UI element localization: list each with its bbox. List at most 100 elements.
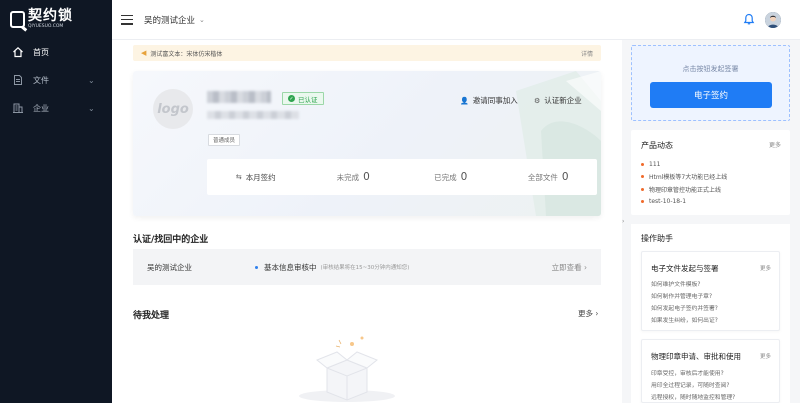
sidebar-item-label: 文件 — [33, 75, 49, 85]
sidebar-item-enterprise[interactable]: 企业 ⌄ — [0, 94, 112, 122]
company-id-redacted — [207, 111, 299, 119]
product-news-card: 产品动态 更多 111 Html模板等7大功能已经上线 物理印章管控功能正式上线… — [631, 130, 790, 215]
sidebar-item-label: 首页 — [33, 47, 49, 57]
help-item[interactable]: 如何制作并管理电子章? — [651, 291, 718, 303]
help-title: 操作助手 — [641, 234, 673, 243]
logo-subtext: QIYUESUO.COM — [28, 23, 64, 29]
member-role-tag: 普通成员 — [208, 134, 241, 146]
news-title: 产品动态 — [641, 141, 673, 150]
bullet-dot — [641, 187, 644, 191]
cert-section-title: 认证/找回中的企业 — [133, 235, 209, 245]
bullet-dot — [641, 162, 644, 166]
sidebar-item-home[interactable]: 首页 — [0, 38, 112, 66]
company-switcher[interactable]: 吴的测试企业 ⌄ — [144, 14, 205, 26]
help-item[interactable]: 如果发生纠纷，如何出证? — [651, 315, 718, 327]
help-item[interactable]: 用印全过程记录，可随时查阅? — [651, 380, 735, 392]
chevron-down-icon: ⌄ — [199, 15, 205, 24]
todo-section-title: 待我处理 — [133, 311, 170, 321]
stat-all-files[interactable]: 全部文件 0 — [500, 171, 598, 183]
menu-toggle-icon[interactable] — [121, 14, 133, 25]
help-list: 印章受控，审核后才能使用? 用印全过程记录，可随时查阅? 远程授权，随时随地监控… — [651, 368, 735, 403]
verified-badge: ✓ 已认证 — [282, 92, 324, 105]
help-list: 如何维护文件模板? 如何制作并管理电子章? 如何发起电子签约并签署? 如果发生纠… — [651, 279, 718, 327]
news-item[interactable]: Html模板等7大功能已经上线 — [641, 171, 781, 184]
stat-value: 0 — [561, 171, 569, 183]
company-card: logo ✓ 已认证 普通成员 👤 邀请同事加入 ⚙ 认证新企业 ⇆ 本月签约 … — [133, 71, 601, 216]
building-icon — [12, 102, 24, 114]
main-content: ◀ 测试富文本：宋体仿宋楷体 详情 logo ✓ 已认证 普通成员 👤 邀请同事… — [112, 40, 622, 403]
notice-bar: ◀ 测试富文本：宋体仿宋楷体 详情 — [133, 45, 601, 61]
user-add-icon: 👤 — [460, 96, 469, 105]
help-more-link[interactable]: 更多 — [760, 264, 771, 272]
news-more-link[interactable]: 更多 — [769, 140, 781, 149]
news-item[interactable]: test-10-18-1 — [641, 196, 781, 209]
news-item-text: Html模板等7大功能已经上线 — [649, 174, 728, 182]
sign-hint: 点击按钮发起签署 — [682, 65, 739, 73]
view-now-link[interactable]: 立即查看 › — [552, 262, 587, 273]
invite-label: 邀请同事加入 — [472, 96, 518, 105]
news-list: 111 Html模板等7大功能已经上线 物理印章管控功能正式上线 test-10… — [641, 158, 781, 208]
help-item[interactable]: 如何发起电子签约并签署? — [651, 303, 718, 315]
stat-value: 0 — [460, 171, 468, 183]
todo-more-link[interactable]: 更多 › — [578, 308, 598, 319]
logo-text: 契约锁 — [28, 7, 73, 24]
company-name: 吴的测试企业 — [144, 15, 196, 26]
news-item[interactable]: 111 — [641, 158, 781, 171]
logo-icon — [10, 10, 25, 28]
stat-incomplete[interactable]: 未完成 0 — [305, 171, 403, 183]
home-icon — [12, 46, 24, 58]
stats-bar: ⇆ 本月签约 未完成 0 已完成 0 全部文件 0 — [207, 159, 597, 195]
certify-enterprise-button[interactable]: ⚙ 认证新企业 — [534, 95, 582, 106]
stat-label: 已完成 — [434, 172, 457, 182]
help-item[interactable]: 如何维护文件模板? — [651, 279, 718, 291]
help-section-title: 物理印章申请、审批和使用 — [651, 352, 741, 361]
invite-colleague-button[interactable]: 👤 邀请同事加入 — [460, 95, 518, 106]
stat-label: 全部文件 — [527, 172, 558, 182]
top-header: 吴的测试企业 ⌄ — [112, 0, 800, 40]
company-name-redacted — [207, 91, 271, 103]
sidebar-item-file[interactable]: 文件 ⌄ — [0, 66, 112, 94]
stat-label: 本月签约 — [245, 172, 276, 182]
sidebar-item-label: 企业 — [33, 103, 49, 113]
help-more-link[interactable]: 更多 — [760, 352, 771, 360]
sign-launch-box: 点击按钮发起签署 电子签约 — [631, 45, 790, 121]
avatar[interactable] — [765, 12, 781, 28]
sidebar: 契约锁 QIYUESUO.COM 首页 文件 ⌄ 企业 ⌄ — [0, 0, 112, 403]
file-icon — [12, 74, 24, 86]
news-item-text: 111 — [649, 160, 661, 168]
swap-icon: ⇆ — [235, 173, 242, 181]
cert-company-name: 吴的测试企业 — [147, 262, 192, 272]
help-section-sign: 电子文件发起与签署 更多 如何维护文件模板? 如何制作并管理电子章? 如何发起电… — [641, 251, 780, 331]
stat-value: 0 — [363, 171, 370, 183]
empty-box-illustration — [299, 336, 395, 402]
electronic-sign-button[interactable]: 电子签约 — [650, 82, 772, 108]
check-icon: ✓ — [288, 95, 295, 102]
news-item-text: 物理印章管控功能正式上线 — [649, 186, 722, 194]
help-section-seal: 物理印章申请、审批和使用 更多 印章受控，审核后才能使用? 用印全过程记录，可随… — [641, 339, 780, 403]
certify-label: 认证新企业 — [544, 96, 582, 105]
help-item[interactable]: 印章受控，审核后才能使用? — [651, 368, 735, 380]
notice-text: 测试富文本：宋体仿宋楷体 — [150, 50, 223, 58]
brand-logo[interactable]: 契约锁 QIYUESUO.COM — [0, 0, 112, 38]
news-item-text: test-10-18-1 — [649, 198, 687, 206]
chevron-down-icon: ⌄ — [88, 103, 95, 113]
bullet-dot — [641, 200, 644, 204]
company-logo-placeholder: logo — [153, 89, 193, 129]
help-section-title: 电子文件发起与签署 — [651, 264, 719, 273]
verified-label: 已认证 — [298, 95, 318, 104]
operation-assistant-card: 操作助手 电子文件发起与签署 更多 如何维护文件模板? 如何制作并管理电子章? … — [631, 224, 790, 403]
chevron-down-icon: ⌄ — [88, 75, 95, 85]
stat-completed[interactable]: 已完成 0 — [402, 171, 500, 183]
stat-monthly-sign[interactable]: ⇆ 本月签约 — [207, 172, 305, 183]
bullet-dot — [641, 175, 644, 179]
bell-icon[interactable] — [743, 13, 755, 26]
news-item[interactable]: 物理印章管控功能正式上线 — [641, 183, 781, 196]
cert-status: 基本信息审核中 — [264, 262, 317, 272]
status-dot — [255, 265, 258, 269]
collapse-handle-icon[interactable]: › — [622, 218, 628, 230]
cert-hint: (审核结果将在15~30分钟内通知您) — [320, 265, 410, 271]
help-item[interactable]: 远程授权，随时随地监控和管理? — [651, 392, 735, 403]
stat-label: 未完成 — [336, 172, 360, 182]
notice-detail-link[interactable]: 详情 — [581, 49, 593, 58]
cert-company-row[interactable]: 吴的测试企业 基本信息审核中 (审核结果将在15~30分钟内通知您) 立即查看 … — [133, 249, 601, 285]
